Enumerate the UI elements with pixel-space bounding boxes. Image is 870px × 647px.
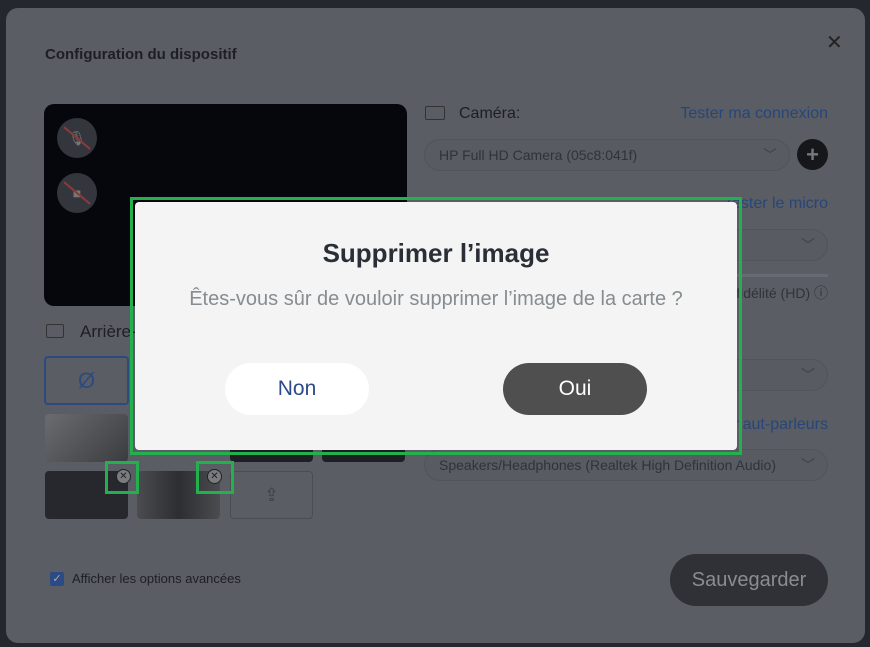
camera-label: Caméra: (459, 105, 521, 122)
chevron-down-icon: ﹀ (763, 147, 777, 163)
mic-off-icon[interactable]: 🎙 (57, 118, 97, 158)
save-button[interactable]: Sauvegarder (670, 554, 828, 606)
highlight-box (196, 461, 234, 494)
no-button[interactable]: Non (225, 363, 369, 415)
dialog-title: Supprimer l’image (322, 238, 550, 268)
speakers-select-value: Speakers/Headphones (Realtek High Defini… (439, 457, 776, 473)
advanced-options-checkbox[interactable]: ✓ (50, 572, 64, 586)
dialog-message: Êtes-vous sûr de vouloir supprimer l’ima… (189, 288, 683, 310)
highlight-box (105, 461, 139, 494)
camera-select[interactable]: HP Full HD Camera (05c8:041f) ﹀ (424, 139, 790, 171)
chevron-down-icon: ﹀ (801, 367, 815, 383)
test-connection-link[interactable]: Tester ma connexion (680, 105, 828, 123)
camera-select-value: HP Full HD Camera (05c8:041f) (439, 147, 638, 163)
close-icon[interactable]: ✕ (826, 30, 843, 55)
yes-button[interactable]: Oui (503, 363, 647, 415)
delete-image-dialog: Supprimer l’image Êtes-vous sûr de voulo… (135, 202, 737, 450)
no-background-button[interactable]: Ø (44, 356, 129, 405)
advanced-options-label: Afficher les options avancées (72, 571, 241, 586)
modal-title: Configuration du dispositif (45, 46, 237, 63)
upload-background-button[interactable]: ⇪ (230, 471, 313, 519)
chevron-down-icon: ﹀ (801, 237, 815, 253)
camera-icon (425, 106, 445, 120)
chevron-down-icon: ﹀ (801, 457, 815, 473)
upload-icon: ⇪ (263, 484, 280, 505)
image-icon (46, 324, 64, 338)
background-thumb-beach[interactable] (45, 414, 128, 462)
add-camera-button[interactable]: + (797, 139, 828, 170)
camera-off-icon[interactable]: ■ (57, 173, 97, 213)
